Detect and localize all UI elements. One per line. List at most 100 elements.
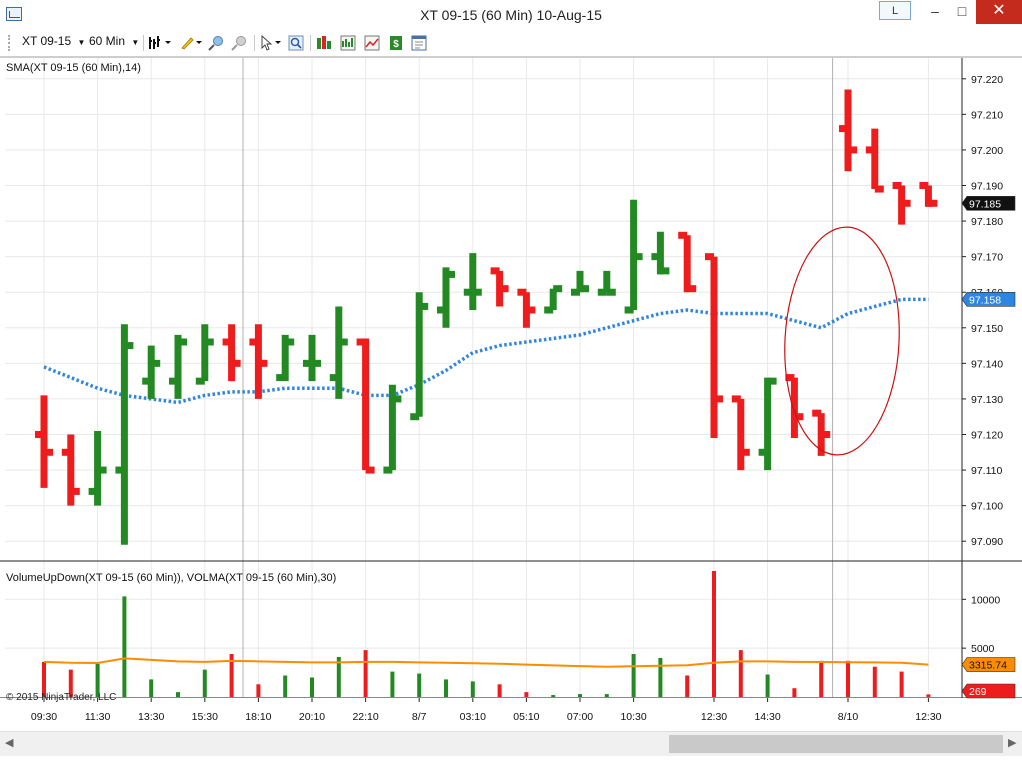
- close-icon[interactable]: ✕: [976, 0, 1022, 24]
- price-axis: 97.220 97.210 97.200 97.190 97.180 97.170 97.1…: [962, 74, 1003, 548]
- window-title: XT 09-15 (60 Min) 10-Aug-15: [420, 7, 602, 23]
- volume-bar: [604, 694, 609, 697]
- price-bar: [758, 377, 777, 471]
- price-tick-label: 97.200: [971, 145, 1003, 157]
- volume-tick-label: 10000: [971, 594, 1000, 606]
- minimize-icon[interactable]: –: [920, 0, 950, 24]
- value-markers: 97.185 97.158 3315.74 269: [961, 195, 1016, 699]
- link-button[interactable]: L: [879, 1, 911, 20]
- price-bar: [839, 89, 857, 172]
- price-tick-label: 97.140: [971, 358, 1003, 370]
- price-tick-label: 97.180: [971, 216, 1003, 228]
- scrollbar-thumb[interactable]: [669, 735, 1003, 753]
- volume-bar: [497, 684, 502, 697]
- volume-bar: [149, 679, 154, 697]
- price-bar: [892, 182, 911, 225]
- volume-bar: [202, 669, 207, 697]
- price-tick-label: 97.130: [971, 394, 1003, 406]
- chevron-down-icon: ▼: [131, 38, 140, 47]
- toolbar-separator: [310, 35, 311, 51]
- zoom-out-icon[interactable]: [231, 35, 247, 51]
- scroll-left-icon[interactable]: ◀: [5, 736, 13, 749]
- last-volume-marker-text: 269: [969, 686, 987, 698]
- chart-toolbar: XT 09-15 ▼ 60 Min ▼ $: [0, 30, 1022, 57]
- volume-bar: [792, 688, 797, 697]
- indicators-icon[interactable]: [364, 35, 380, 51]
- chart-area[interactable]: 97.220 97.210 97.200 97.190 97.180 97.170 97.1…: [0, 57, 1022, 761]
- volume-bar: [122, 596, 127, 697]
- volume-bar: [417, 673, 422, 697]
- chart-style-icon[interactable]: [340, 35, 356, 51]
- maximize-icon[interactable]: □: [947, 0, 977, 24]
- time-tick-label: 09:30: [31, 711, 57, 723]
- toolbar-grip[interactable]: [8, 35, 12, 51]
- time-tick-label: 07:00: [567, 711, 593, 723]
- price-bar: [303, 334, 321, 382]
- volma-line: [43, 657, 929, 668]
- search-icon[interactable]: [288, 35, 304, 51]
- volume-tick-label: 5000: [971, 643, 995, 655]
- time-tick-label: 03:10: [460, 711, 486, 723]
- time-tick-label: 20:10: [299, 711, 325, 723]
- volma-value-marker-text: 3315.74: [969, 660, 1007, 672]
- time-tick-label: 8/7: [412, 711, 427, 723]
- volume-bar: [738, 650, 743, 697]
- scroll-right-icon[interactable]: ▶: [1008, 736, 1016, 749]
- price-tick-label: 97.100: [971, 501, 1003, 513]
- copyright-label: © 2015 NinjaTrader, LLC: [6, 692, 116, 703]
- volume-bar: [310, 677, 314, 697]
- volume-bar: [631, 654, 636, 697]
- money-icon[interactable]: $: [388, 35, 404, 51]
- price-bar: [410, 292, 429, 421]
- horizontal-scrollbar[interactable]: ◀ ▶: [0, 731, 1022, 756]
- price-bar: [329, 306, 348, 399]
- highlight-ellipse: [784, 226, 900, 456]
- last-volume-marker: 269: [961, 683, 1016, 699]
- price-bar: [35, 395, 53, 488]
- instrument-selector[interactable]: XT 09-15 ▼: [22, 34, 85, 48]
- zoom-in-icon[interactable]: [208, 35, 224, 51]
- price-tick-label: 97.150: [971, 323, 1003, 335]
- volume-axis: 10000 5000: [962, 594, 1000, 655]
- price-tick-label: 97.090: [971, 536, 1003, 548]
- svg-text:$: $: [393, 39, 399, 50]
- sma-value-marker: 97.158: [961, 292, 1016, 307]
- price-bar: [651, 231, 670, 275]
- volume-bar: [390, 671, 395, 697]
- volume-bar: [363, 650, 368, 697]
- price-bar: [356, 338, 375, 474]
- time-tick-label: 12:30: [915, 711, 941, 723]
- strategies-icon[interactable]: [316, 35, 332, 51]
- volume-bar: [926, 694, 931, 697]
- bar-type-icon[interactable]: [148, 35, 172, 51]
- instrument-label: XT 09-15: [22, 34, 72, 48]
- price-tick-label: 97.170: [971, 252, 1003, 264]
- interval-label: 60 Min: [89, 34, 126, 48]
- price-bar: [249, 324, 268, 399]
- volume-bar: [444, 679, 448, 697]
- price-bar: [517, 288, 536, 328]
- volume-bar: [283, 675, 288, 697]
- properties-icon[interactable]: [411, 35, 427, 51]
- time-tick-label: 22:10: [352, 711, 378, 723]
- sma-panel-label: SMA(XT 09-15 (60 Min),14): [6, 62, 141, 74]
- time-tick-label: 13:30: [138, 711, 164, 723]
- price-bar: [919, 182, 938, 207]
- pointer-icon[interactable]: [259, 35, 283, 51]
- drawing-pencil-icon[interactable]: [179, 35, 203, 51]
- price-bar: [437, 267, 455, 328]
- interval-selector[interactable]: 60 Min ▼: [89, 34, 139, 48]
- toolbar-separator: [143, 35, 144, 51]
- price-bar: [222, 324, 241, 382]
- time-tick-label: 18:10: [245, 711, 271, 723]
- time-tick-label: 8/10: [838, 711, 859, 723]
- chart-canvas[interactable]: 97.22097.21097.20097.19097.18097.17097.1…: [0, 57, 1022, 731]
- price-bar: [865, 128, 884, 193]
- price-tick-label: 97.220: [971, 74, 1003, 86]
- volume-bar: [578, 694, 582, 697]
- price-tick-label: 97.190: [971, 181, 1003, 193]
- last-price-marker: 97.185: [961, 195, 1016, 211]
- volume-bar: [846, 660, 850, 697]
- volume-bar: [658, 657, 663, 697]
- chevron-down-icon: ▼: [77, 38, 86, 47]
